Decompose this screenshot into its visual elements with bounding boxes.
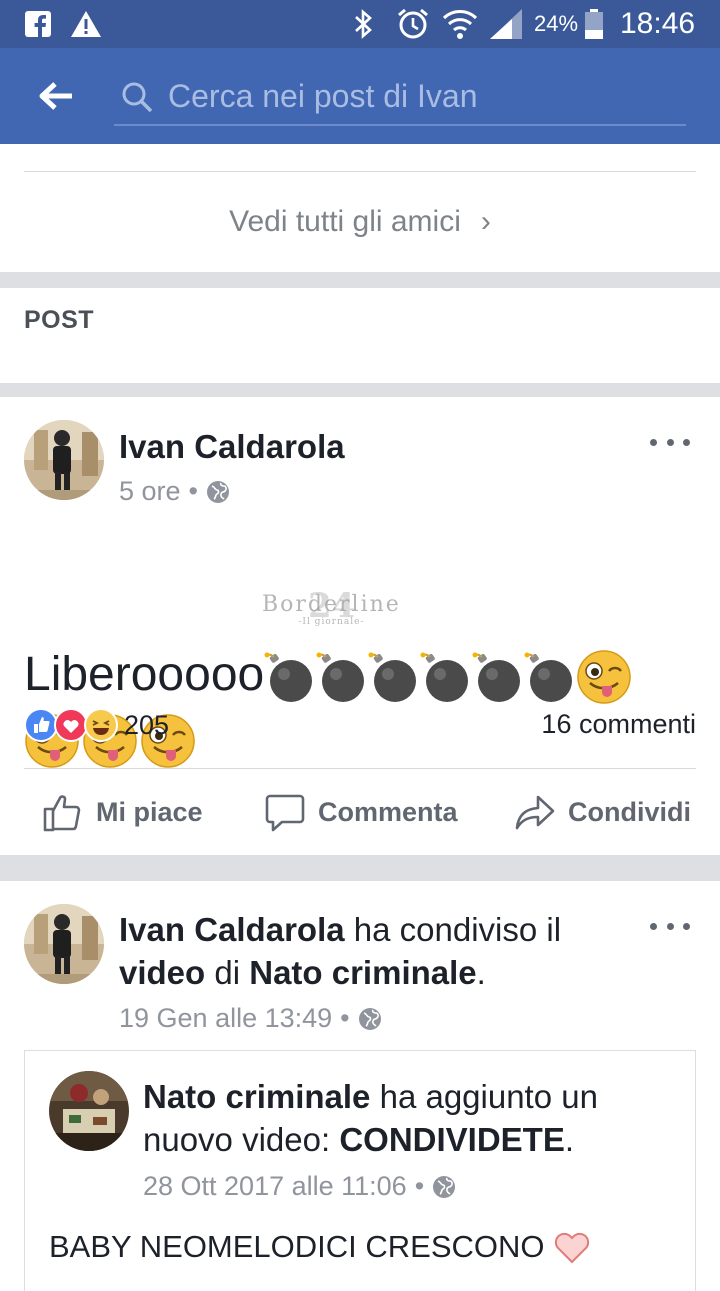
more-options-icon[interactable]	[650, 432, 690, 452]
battery-percent: 24%	[534, 11, 579, 36]
bomb-emoji-icon	[524, 652, 573, 703]
shared-video-card[interactable]: Nato criminale ha aggiunto un nuovo video…	[24, 1050, 696, 1291]
shared-card-headline: Nato criminale ha aggiunto un nuovo video…	[143, 1075, 683, 1161]
globe-icon	[433, 1175, 456, 1198]
reaction-icons: 205	[24, 705, 169, 745]
more-options-icon[interactable]	[650, 916, 690, 936]
page-link[interactable]: Nato criminale	[249, 954, 476, 991]
video-title-link[interactable]: CONDIVIDETE	[339, 1121, 565, 1158]
page-link[interactable]: Nato criminale	[143, 1078, 370, 1115]
bomb-emoji-icon	[368, 652, 417, 703]
like-button[interactable]: Mi piace	[42, 770, 203, 854]
share-verb: ha condiviso il	[344, 911, 562, 948]
see-all-friends-label: Vedi tutti gli amici	[229, 205, 461, 238]
bomb-emoji-icon	[472, 652, 521, 703]
post-author[interactable]: Ivan Caldarola	[119, 428, 345, 466]
globe-icon	[358, 1007, 381, 1030]
post-time[interactable]: 19 Gen alle 13:49	[119, 1003, 332, 1034]
bomb-emoji-icon	[264, 652, 313, 703]
avatar[interactable]	[24, 904, 104, 984]
posts-section-title: POST	[24, 306, 95, 334]
section-gap	[0, 272, 720, 288]
shared-text: BABY NEOMELODICI CRESCONO	[49, 1229, 545, 1264]
winking-tongue-emoji-icon	[577, 650, 631, 705]
shared-post-headline: Ivan Caldarola ha condiviso il video di …	[119, 908, 639, 994]
comment-button[interactable]: Commenta	[264, 770, 458, 854]
post-time[interactable]: 5 ore	[119, 476, 181, 507]
punctuation: .	[476, 954, 486, 991]
separator-dot: •	[340, 1003, 350, 1033]
share-arrow-icon	[515, 795, 555, 830]
comment-label: Commenta	[318, 796, 458, 827]
back-arrow-icon[interactable]	[36, 76, 76, 116]
warning-icon	[70, 0, 102, 48]
divider	[24, 768, 696, 769]
watermark-number: 24	[308, 586, 356, 626]
haha-reaction-icon	[84, 708, 118, 742]
search-icon	[120, 80, 154, 114]
like-label: Mi piace	[96, 796, 203, 827]
wifi-icon	[442, 0, 478, 48]
heart-emoji-icon	[554, 1232, 589, 1264]
post-meta: 19 Gen alle 13:49 •	[119, 1003, 382, 1034]
shared-object-link[interactable]: video	[119, 954, 205, 991]
bluetooth-icon	[352, 0, 374, 48]
battery-icon	[584, 0, 604, 48]
clock: 18:46	[620, 7, 696, 40]
post-text: Liberooooo	[24, 648, 265, 701]
see-all-friends-link[interactable]: Vedi tutti gli amici ›	[0, 172, 720, 272]
preposition: di	[205, 954, 250, 991]
facebook-notification-icon	[24, 0, 52, 48]
search-field[interactable]	[114, 72, 686, 126]
reaction-summary[interactable]: 205 16 commenti	[24, 705, 696, 745]
share-button[interactable]: Condividi	[514, 770, 691, 854]
shared-time[interactable]: 28 Ott 2017 alle 11:06	[143, 1171, 407, 1202]
signal-icon	[488, 0, 524, 48]
comment-count[interactable]: 16 commenti	[541, 709, 696, 740]
page-avatar[interactable]	[49, 1071, 129, 1151]
search-header	[0, 48, 720, 144]
section-gap	[0, 855, 720, 881]
chevron-right-icon: ›	[480, 205, 491, 238]
bomb-emoji-icon	[316, 652, 365, 703]
search-input[interactable]	[168, 74, 668, 118]
like-reaction-icon	[24, 708, 58, 742]
comment-bubble-icon	[265, 794, 305, 832]
status-bar: 24% 18:46	[0, 0, 720, 48]
section-gap	[0, 383, 720, 397]
punctuation: .	[564, 1121, 575, 1158]
bomb-emoji-icon	[420, 652, 469, 703]
alarm-icon	[396, 0, 430, 48]
share-label: Condividi	[568, 796, 691, 827]
post-meta: 5 ore •	[119, 476, 230, 507]
globe-icon	[207, 480, 229, 503]
added-verb: ha aggiunto un	[370, 1078, 598, 1115]
shared-meta: 28 Ott 2017 alle 11:06 •	[143, 1171, 456, 1202]
shared-text-row: BABY NEOMELODICI CRESCONO	[49, 1229, 591, 1265]
separator-dot: •	[188, 476, 198, 506]
thumbs-up-icon	[43, 795, 81, 832]
avatar[interactable]	[24, 420, 104, 500]
love-reaction-icon	[54, 708, 88, 742]
post-author[interactable]: Ivan Caldarola	[119, 911, 345, 948]
post-action-bar: Mi piace Commenta Condividi	[0, 770, 720, 854]
reaction-count: 205	[124, 709, 170, 740]
watermark: Borderline 24 -Il giornale-	[262, 586, 401, 627]
separator-dot: •	[414, 1171, 425, 1201]
new-video-prefix: nuovo video:	[143, 1121, 340, 1158]
